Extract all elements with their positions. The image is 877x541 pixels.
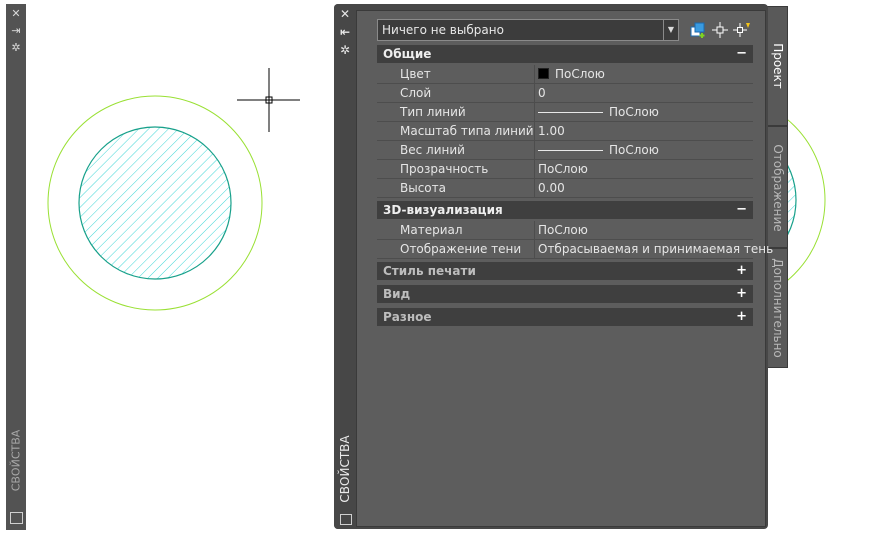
select-objects-icon[interactable] [711,21,729,39]
section-plot-style[interactable]: Стиль печати + [377,262,753,280]
palette-icon[interactable] [10,512,23,524]
crosshair-cursor [237,68,300,132]
close-icon[interactable]: ✕ [338,7,352,21]
palette-icon[interactable] [340,514,352,525]
section-3d-visualization[interactable]: 3D-визуализация − [377,201,753,219]
prop-row-linetype-scale[interactable]: Масштаб типа линий 1.00 [377,122,753,141]
quick-select-icon[interactable] [733,21,751,39]
section-misc[interactable]: Разное + [377,308,753,326]
properties-icon[interactable]: ✲ [6,41,26,55]
selection-dropdown[interactable]: Ничего не выбрано ▼ [377,19,679,41]
prop-row-linetype[interactable]: Тип линий ПоСлою [377,103,753,122]
tab-display[interactable]: Отображение [766,126,788,248]
expand-icon[interactable]: + [736,285,747,303]
prop-row-transparency[interactable]: Прозрачность ПоСлою [377,160,753,179]
prop-row-color[interactable]: Цвет ПоСлою [377,65,753,84]
properties-icon[interactable]: ✲ [338,43,352,57]
autohide-icon[interactable]: ⇥ [6,24,26,38]
prop-row-layer[interactable]: Слой 0 [377,84,753,103]
chevron-down-icon[interactable]: ▼ [663,20,678,40]
autohide-icon[interactable]: ⇤ [338,25,352,39]
palette-title: СВОЙСТВА [338,435,352,503]
prop-row-shadow[interactable]: Отображение тени Отбрасываемая и принима… [377,240,773,259]
prop-row-material[interactable]: Материал ПоСлою [377,221,753,240]
properties-palette: ✕ ⇤ ✲ СВОЙСТВА Ничего не выбрано ▼ Общие… [334,4,773,529]
left-strip-title[interactable]: СВОЙСТВА [7,422,25,502]
hatched-circle[interactable] [78,126,232,280]
properties-content: Ничего не выбрано ▼ Общие − Цвет ПоСлою … [356,10,773,527]
left-properties-strip[interactable]: ✕ ⇥ ✲ СВОЙСТВА [6,4,26,530]
tab-extra[interactable]: Дополнительно [766,248,788,368]
section-general[interactable]: Общие − [377,45,753,63]
prop-row-thickness[interactable]: Высота 0.00 [377,179,753,198]
close-icon[interactable]: ✕ [6,7,26,21]
collapse-icon[interactable]: − [736,45,747,63]
section-view[interactable]: Вид + [377,285,753,303]
color-swatch-icon [538,68,549,79]
expand-icon[interactable]: + [736,262,747,280]
expand-icon[interactable]: + [736,308,747,326]
collapse-icon[interactable]: − [736,201,747,219]
prop-row-lineweight[interactable]: Вес линий ПоСлою [377,141,753,160]
lineweight-preview-icon [538,150,603,151]
palette-title-bar[interactable]: ✕ ⇤ ✲ СВОЙСТВА [334,4,356,529]
toggle-pickadd-icon[interactable] [689,21,707,39]
selection-value: Ничего не выбрано [382,23,504,37]
linetype-preview-icon [538,112,603,113]
tab-project[interactable]: Проект [766,6,788,126]
